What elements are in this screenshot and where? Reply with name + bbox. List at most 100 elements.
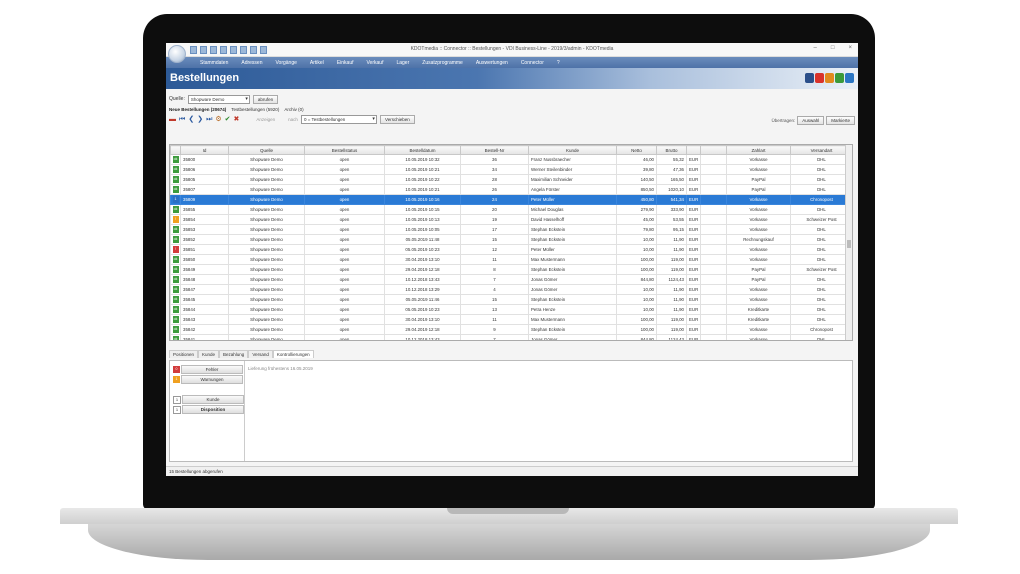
grid-scrollbar[interactable]	[845, 145, 852, 340]
table-cell[interactable]: open	[304, 174, 385, 185]
table-cell[interactable]: 10.05.2019 10:32	[384, 154, 461, 165]
table-cell[interactable]: 29.04.2019 12:18	[384, 264, 461, 275]
table-cell[interactable]: 333,90	[656, 204, 687, 215]
table-cell[interactable]: 119,00	[656, 254, 687, 265]
table-cell[interactable]: 35854	[180, 214, 229, 225]
row-status-cell[interactable]: ok	[170, 334, 181, 340]
menu-item[interactable]: Verkauf	[367, 60, 384, 66]
table-cell[interactable]: 541,34	[656, 194, 687, 205]
table-cell[interactable]: open	[304, 164, 385, 175]
column-header[interactable]: Bestell-Nr	[460, 145, 529, 155]
table-row[interactable]: ok 35853 Shopware Demo open 10.05.2019 10:05…	[170, 224, 852, 235]
table-cell[interactable]: DHL	[790, 334, 852, 340]
table-cell[interactable]: open	[304, 224, 385, 235]
table-cell[interactable]: 10.05.2019 10:21	[384, 184, 461, 195]
table-cell[interactable]: 850,50	[616, 184, 657, 195]
table-cell[interactable]: EUR	[686, 334, 701, 340]
menu-item[interactable]: Vorgänge	[275, 60, 296, 66]
table-cell[interactable]: 05.05.2019 11:46	[384, 294, 461, 305]
table-cell[interactable]: open	[304, 334, 385, 340]
table-cell[interactable]: 35809	[180, 194, 229, 205]
table-cell[interactable]: 30.04.2019 13:10	[384, 254, 461, 265]
table-cell[interactable]: Kreditkarte	[726, 304, 791, 315]
table-cell[interactable]: 10.05.2019 10:13	[384, 214, 461, 225]
move-button[interactable]: Verschieben	[379, 115, 415, 124]
table-cell[interactable]: open	[304, 314, 385, 325]
table-cell[interactable]: 39,80	[616, 164, 657, 175]
table-row[interactable]: ok 35807 Shopware Demo open 10.05.2019 10:21…	[170, 184, 852, 195]
table-cell[interactable]	[700, 184, 727, 195]
next-icon[interactable]: ❯	[197, 116, 203, 123]
table-cell[interactable]: open	[304, 294, 385, 305]
table-cell[interactable]: 79,80	[616, 224, 657, 235]
table-cell[interactable]: EUR	[686, 274, 701, 285]
table-cell[interactable]: 28	[460, 174, 529, 185]
table-cell[interactable]: 1020,10	[656, 184, 687, 195]
scrollbar-thumb[interactable]	[847, 240, 851, 248]
table-cell[interactable]: DHL	[790, 154, 852, 165]
column-header[interactable]: Brutto	[656, 145, 687, 155]
table-cell[interactable]: Vorkasse	[726, 194, 791, 205]
row-status-cell[interactable]: ok	[170, 204, 181, 215]
table-cell[interactable]: 19	[460, 214, 529, 225]
table-cell[interactable]: 10.05.2019 10:22	[384, 174, 461, 185]
table-cell[interactable]: Shopware Demo	[228, 214, 305, 225]
column-header[interactable]	[170, 145, 181, 155]
table-cell[interactable]	[700, 274, 727, 285]
table-cell[interactable]: Shopware Demo	[228, 154, 305, 165]
table-cell[interactable]: EUR	[686, 254, 701, 265]
table-cell[interactable]: EUR	[686, 184, 701, 195]
table-cell[interactable]: 100,00	[616, 254, 657, 265]
table-cell[interactable]: Stephan Eckstein	[528, 234, 617, 245]
table-cell[interactable]	[700, 224, 727, 235]
table-cell[interactable]	[700, 174, 727, 185]
table-cell[interactable]	[700, 314, 727, 325]
source-select[interactable]: Shopware Demo	[187, 94, 250, 104]
table-cell[interactable]: Shopware Demo	[228, 244, 305, 255]
table-cell[interactable]: 13	[460, 304, 529, 315]
table-cell[interactable]: DHL	[790, 174, 852, 185]
table-cell[interactable]	[700, 234, 727, 245]
table-cell[interactable]: Schweizer Post	[790, 264, 852, 275]
table-cell[interactable]: 34	[460, 164, 529, 175]
table-cell[interactable]: Shopware Demo	[228, 274, 305, 285]
table-cell[interactable]: 24	[460, 194, 529, 205]
table-cell[interactable]: Shopware Demo	[228, 334, 305, 340]
table-cell[interactable]: Max Mustermann	[528, 254, 617, 265]
table-cell[interactable]	[700, 294, 727, 305]
table-cell[interactable]: Vorkasse	[726, 294, 791, 305]
table-cell[interactable]: 8	[460, 264, 529, 275]
table-cell[interactable]: 9	[460, 324, 529, 335]
table-cell[interactable]: 279,90	[616, 204, 657, 215]
tab-new-orders[interactable]: Neue Bestellungen (20674)	[169, 107, 226, 112]
row-status-cell[interactable]: ok	[170, 304, 181, 315]
table-cell[interactable]: 10,00	[616, 284, 657, 295]
table-cell[interactable]: PayPal	[726, 174, 791, 185]
table-cell[interactable]	[700, 284, 727, 295]
table-cell[interactable]: Jonas Gömer	[528, 334, 617, 340]
tab-checks[interactable]: Kontrollierungen	[272, 350, 314, 358]
table-cell[interactable]: 7	[460, 274, 529, 285]
table-cell[interactable]: 11,90	[656, 304, 687, 315]
table-cell[interactable]: 119,00	[656, 314, 687, 325]
table-cell[interactable]: 35848	[180, 274, 229, 285]
table-cell[interactable]: 119,00	[656, 324, 687, 335]
table-cell[interactable]	[700, 214, 727, 225]
table-row[interactable]: ok 35848 Shopware Demo open 10.12.2018 13:43…	[170, 274, 852, 285]
column-header[interactable]: Quelle	[228, 145, 305, 155]
menu-item[interactable]: Einkauf	[337, 60, 354, 66]
table-cell[interactable]: DHL	[790, 224, 852, 235]
table-cell[interactable]: Vorkasse	[726, 164, 791, 175]
table-cell[interactable]: Franz Nussbraecher	[528, 154, 617, 165]
column-header[interactable]: Bestellstatus	[304, 145, 385, 155]
table-cell[interactable]: DHL	[790, 314, 852, 325]
table-cell[interactable]: 10,00	[616, 244, 657, 255]
table-cell[interactable]: 100,00	[616, 264, 657, 275]
table-row[interactable]: ok 35842 Shopware Demo open 29.04.2019 12:18…	[170, 324, 852, 335]
table-row[interactable]: ok 35843 Shopware Demo open 30.04.2019 13:10…	[170, 314, 852, 325]
table-cell[interactable]: 55,32	[656, 154, 687, 165]
table-cell[interactable]: open	[304, 304, 385, 315]
row-status-cell[interactable]: 1	[170, 194, 181, 205]
table-cell[interactable]: Shopware Demo	[228, 304, 305, 315]
minus-icon[interactable]: ▬	[169, 116, 176, 123]
